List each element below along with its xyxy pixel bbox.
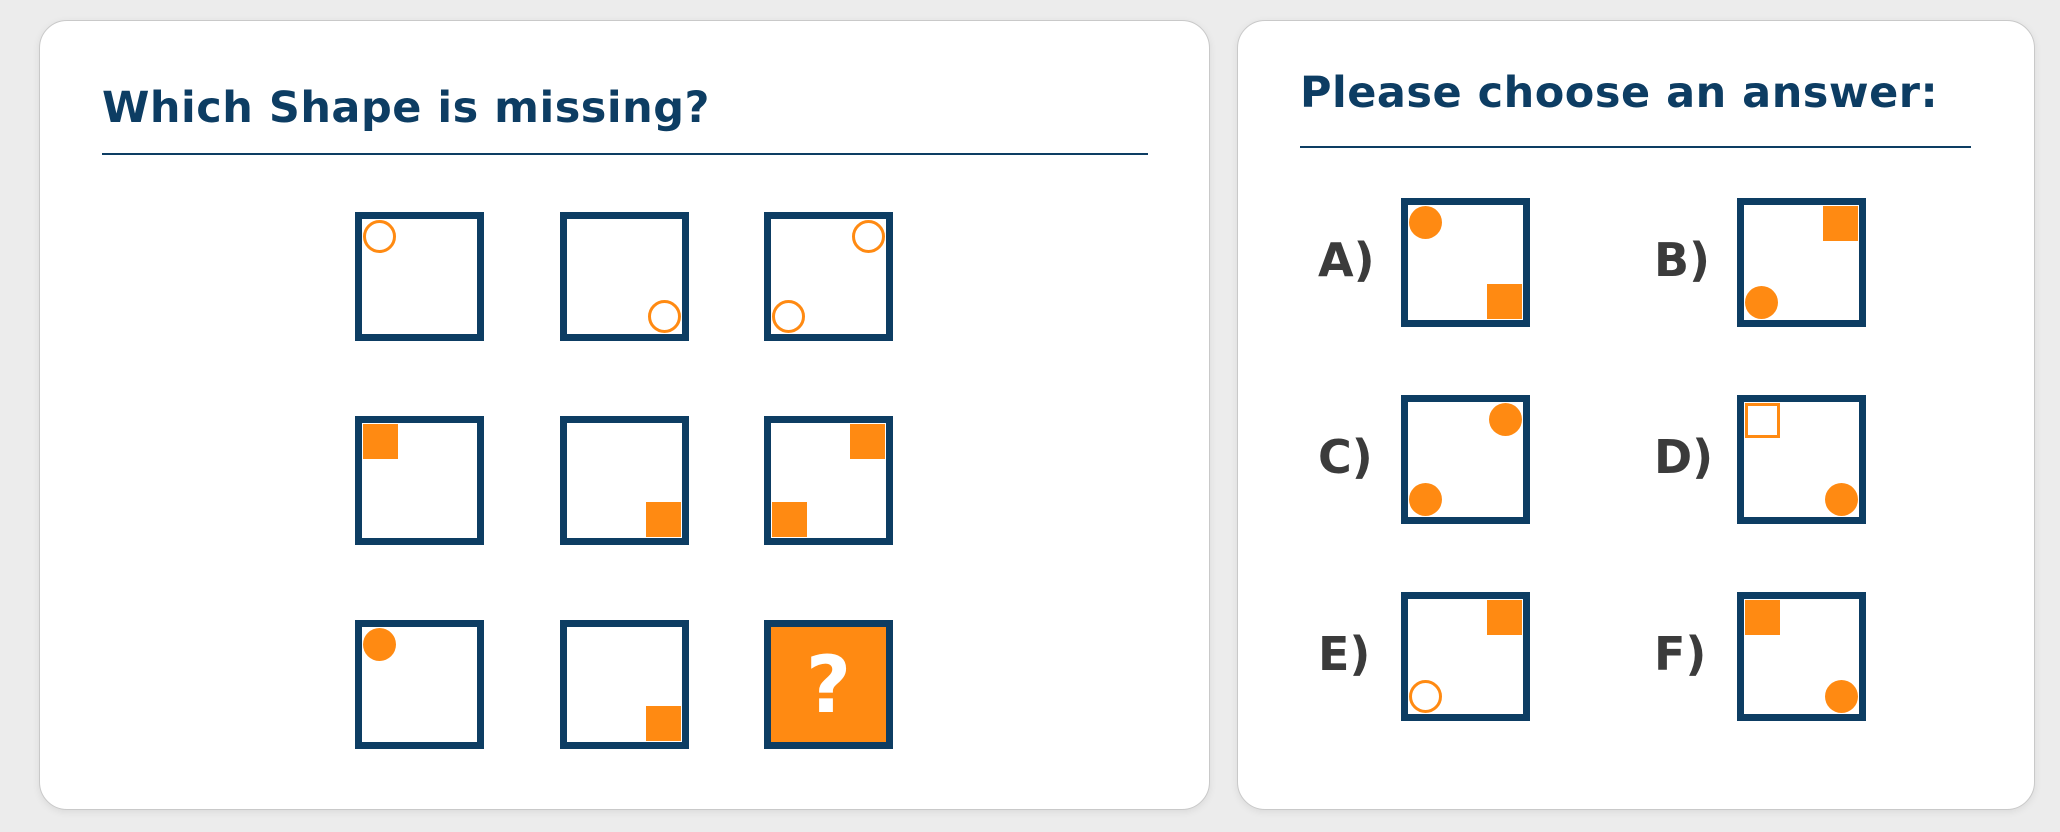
question-panel: Which Shape is missing? ?: [39, 20, 1210, 810]
circle-outline-icon: [1409, 680, 1442, 713]
option-label: B): [1654, 233, 1711, 287]
option-shape: [1737, 198, 1866, 327]
option-label: F): [1654, 627, 1707, 681]
square-solid-icon: [850, 424, 885, 459]
circle-solid-icon: [1489, 403, 1522, 436]
answer-panel: Please choose an answer: A) B) C) D) E) …: [1237, 20, 2035, 810]
square-solid-icon: [646, 502, 681, 537]
square-solid-icon: [772, 502, 807, 537]
grid-cell-4: [355, 416, 484, 545]
square-outline-icon: [1745, 403, 1780, 438]
answer-option-d[interactable]: D): [1654, 395, 1914, 524]
square-solid-icon: [646, 706, 681, 741]
answer-option-c[interactable]: C): [1318, 395, 1578, 524]
square-solid-icon: [1745, 600, 1780, 635]
option-label: E): [1318, 627, 1371, 681]
circle-outline-icon: [772, 300, 805, 333]
square-solid-icon: [1823, 206, 1858, 241]
grid-cell-7: [355, 620, 484, 749]
option-label: C): [1318, 430, 1373, 484]
circle-solid-icon: [1745, 286, 1778, 319]
grid-cell-5: [560, 416, 689, 545]
option-shape: [1401, 395, 1530, 524]
circle-solid-icon: [1409, 206, 1442, 239]
circle-solid-icon: [1825, 483, 1858, 516]
option-label: D): [1654, 430, 1714, 484]
square-solid-icon: [1487, 284, 1522, 319]
option-label: A): [1318, 233, 1375, 287]
square-solid-icon: [1487, 600, 1522, 635]
question-title: Which Shape is missing?: [102, 83, 710, 133]
title-divider: [102, 153, 1148, 155]
answer-option-e[interactable]: E): [1318, 592, 1578, 721]
answer-divider: [1300, 146, 1971, 148]
grid-cell-2: [560, 212, 689, 341]
answer-option-f[interactable]: F): [1654, 592, 1914, 721]
grid-cell-6: [764, 416, 893, 545]
circle-outline-icon: [852, 220, 885, 253]
option-shape: [1401, 592, 1530, 721]
grid-cell-3: [764, 212, 893, 341]
circle-outline-icon: [648, 300, 681, 333]
grid-cell-8: [560, 620, 689, 749]
circle-outline-icon: [363, 220, 396, 253]
option-shape: [1401, 198, 1530, 327]
circle-solid-icon: [1409, 483, 1442, 516]
missing-shape-cell: ?: [764, 620, 893, 749]
answer-option-b[interactable]: B): [1654, 198, 1914, 327]
answer-option-a[interactable]: A): [1318, 198, 1578, 327]
option-shape: [1737, 395, 1866, 524]
square-solid-icon: [363, 424, 398, 459]
grid-cell-1: [355, 212, 484, 341]
option-shape: [1737, 592, 1866, 721]
question-mark-icon: ?: [805, 640, 852, 731]
circle-solid-icon: [1825, 680, 1858, 713]
answer-title: Please choose an answer:: [1300, 68, 1939, 118]
circle-solid-icon: [363, 628, 396, 661]
